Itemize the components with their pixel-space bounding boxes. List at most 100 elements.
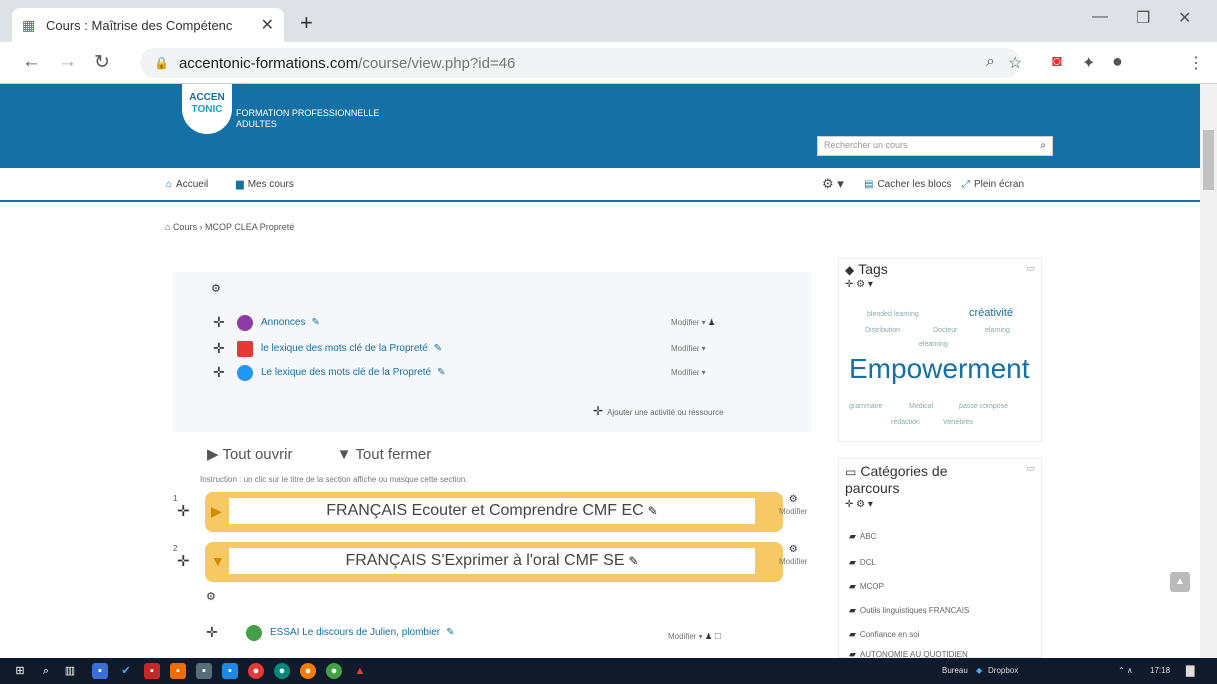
modifier-menu[interactable]: Modifier ▾ [671, 344, 706, 353]
app-icon[interactable]: ● [274, 663, 290, 679]
move-icon[interactable]: ✛ [213, 314, 225, 331]
profile-icon[interactable]: ● [1112, 51, 1123, 72]
app-icon[interactable]: ● [248, 663, 264, 679]
tag-link[interactable]: rédaction [891, 419, 920, 426]
app-icon[interactable]: ▪ [222, 663, 238, 679]
activity-row[interactable]: ✛ ESSAI Le discours de Julien, plombier … [206, 624, 454, 641]
tag-link[interactable]: passé composé [959, 403, 1008, 410]
nav-my-courses[interactable]: ▆ Mes cours [236, 179, 294, 190]
course-search-input[interactable]: Rechercher un cours ⌕ [817, 136, 1053, 156]
browser-tab[interactable]: ▦ Cours : Maîtrise des Compétenc ✕ [12, 8, 284, 42]
modifier-menu[interactable]: Modifier ▾ ♟ [671, 318, 715, 327]
notifications-icon[interactable]: ▇ [1186, 664, 1194, 677]
close-window-icon[interactable]: ✕ [1178, 8, 1191, 28]
section-gear-icon[interactable]: ⚙ [206, 590, 216, 603]
edit-pencil-icon[interactable]: ✎ [648, 504, 658, 518]
open-all-button[interactable]: ▶ Tout ouvrir [207, 446, 312, 463]
section-edit-menu[interactable]: ⚙ Modifier [779, 494, 807, 518]
menu-icon[interactable]: ⋮ [1188, 53, 1204, 73]
edit-pencil-icon[interactable]: ✎ [628, 554, 638, 568]
edit-pencil-icon[interactable]: ✎ [311, 317, 319, 328]
tag-link[interactable]: grammaire [849, 403, 882, 410]
fullscreen-button[interactable]: ⤢ Plein écran [962, 179, 1024, 190]
move-icon[interactable]: ✛ [213, 340, 225, 357]
settings-gear-icon[interactable]: ⚙ ▾ [822, 176, 844, 192]
activity-label[interactable]: le lexique des mots clé de la Propreté [261, 343, 428, 354]
block-controls[interactable]: ✛ ⚙ ▾ [845, 279, 873, 290]
forward-icon[interactable]: → [58, 51, 77, 73]
section-title[interactable]: FRANÇAIS S'Exprimer à l'oral CMF SE ✎ [229, 548, 755, 574]
bookmark-star-icon[interactable]: ☆ [1008, 53, 1022, 73]
app-icon[interactable]: ▲ [352, 663, 368, 679]
checkbox-icon[interactable]: ☐ [714, 632, 721, 641]
tag-link[interactable]: Docteur [933, 327, 958, 334]
activity-row[interactable]: ✛ le lexique des mots clé de la Propreté… [213, 340, 442, 357]
scrollbar-thumb[interactable] [1203, 130, 1214, 190]
tag-link[interactable]: blended learning [867, 311, 919, 318]
section-gear-icon[interactable]: ⚙ [211, 282, 221, 295]
nav-home[interactable]: ⌂ Accueil [166, 179, 208, 190]
expand-arrow-icon[interactable]: ▶ [211, 503, 222, 520]
category-item[interactable]: ▰ ABC [849, 531, 876, 542]
windows-start-icon[interactable]: ⊞ [12, 663, 28, 679]
maximize-icon[interactable]: ❐ [1136, 8, 1150, 28]
breadcrumb-home-icon[interactable]: ⌂ [165, 222, 173, 232]
activity-label[interactable]: Le lexique des mots clé de la Propreté [261, 367, 431, 378]
collapse-icon[interactable]: ▭ [1026, 263, 1035, 274]
category-item[interactable]: ▰ Confiance en soi [849, 629, 920, 640]
breadcrumb-text[interactable]: Cours › MCOP CLEA Propreté [173, 222, 294, 232]
move-icon[interactable]: ✛ [206, 624, 218, 641]
hide-blocks-button[interactable]: ▤ Cacher les blocs [864, 179, 951, 190]
tag-link[interactable]: Vertébrés [943, 419, 973, 426]
minimize-icon[interactable]: — [1092, 8, 1108, 26]
activity-label[interactable]: ESSAI Le discours de Julien, plombier [270, 627, 440, 638]
app-icon[interactable]: ✔ [118, 663, 134, 679]
category-item[interactable]: ▰ Outils linguistiques FRANCAIS [849, 605, 969, 616]
back-icon[interactable]: ← [22, 51, 41, 73]
desktop-label[interactable]: Bureau [942, 666, 968, 675]
puzzle-icon[interactable]: ✦ [1082, 53, 1095, 73]
add-activity-button[interactable]: ✛ Ajouter une activité ou ressource [593, 404, 724, 418]
clock[interactable]: 17:18 [1150, 666, 1170, 675]
tag-link[interactable]: elearning [919, 341, 948, 348]
move-icon[interactable]: ✛ [213, 364, 225, 381]
collapse-icon[interactable]: ▭ [1026, 463, 1035, 474]
back-to-top-button[interactable]: ▲ [1170, 572, 1190, 592]
search-icon[interactable]: ⌕ [1040, 140, 1046, 151]
chrome-icon[interactable]: ● [326, 663, 342, 679]
reload-icon[interactable]: ↻ [94, 51, 110, 74]
dropbox-label[interactable]: Dropbox [988, 666, 1018, 675]
close-tab-icon[interactable]: ✕ [261, 15, 274, 35]
new-tab-button[interactable]: + [300, 10, 313, 36]
section-toggle[interactable]: ▶ FRANÇAIS Ecouter et Comprendre CMF EC ✎ [205, 492, 783, 532]
task-view-icon[interactable]: ▥ [62, 663, 78, 679]
url-input[interactable]: 🔒 accentonic-formations.com/course/view.… [140, 48, 1020, 78]
activity-label[interactable]: Annonces [261, 317, 305, 328]
extension-icon[interactable]: ◙ [1052, 53, 1062, 71]
activity-row[interactable]: ✛ Annonces ✎ [213, 314, 320, 331]
network-icon[interactable]: ⌃ ∧ [1118, 666, 1133, 675]
move-icon[interactable]: ✛ [177, 502, 190, 520]
tag-link[interactable]: créativité [969, 307, 1013, 319]
collapse-arrow-icon[interactable]: ▼ [211, 553, 225, 569]
section-toggle[interactable]: ▼ FRANÇAIS S'Exprimer à l'oral CMF SE ✎ [205, 542, 783, 582]
app-icon[interactable]: ▪ [170, 663, 186, 679]
block-controls[interactable]: ✛ ⚙ ▾ [845, 499, 873, 510]
app-icon[interactable]: ▪ [196, 663, 212, 679]
search-icon[interactable]: ⌕ [38, 663, 54, 679]
modifier-menu[interactable]: Modifier ▾ ♟ ☐ [668, 632, 722, 641]
zoom-icon[interactable]: ⌕ [986, 53, 995, 71]
move-icon[interactable]: ✛ [177, 552, 190, 570]
section-edit-menu[interactable]: ⚙ Modifier [779, 544, 807, 568]
edit-pencil-icon[interactable]: ✎ [446, 627, 454, 638]
close-all-button[interactable]: ▼ Tout fermer [337, 446, 452, 463]
tag-link[interactable]: Medical [909, 403, 933, 410]
section-title[interactable]: FRANÇAIS Ecouter et Comprendre CMF EC ✎ [229, 498, 755, 524]
app-icon[interactable]: ▪ [92, 663, 108, 679]
category-item[interactable]: ▰ MCOP [849, 581, 884, 592]
tag-link[interactable]: Distribution [865, 327, 900, 334]
activity-row[interactable]: ✛ Le lexique des mots clé de la Propreté… [213, 364, 446, 381]
edit-pencil-icon[interactable]: ✎ [434, 343, 442, 354]
category-item[interactable]: ▰ DCL [849, 557, 876, 568]
tag-link[interactable]: Empowerment [849, 353, 1030, 385]
